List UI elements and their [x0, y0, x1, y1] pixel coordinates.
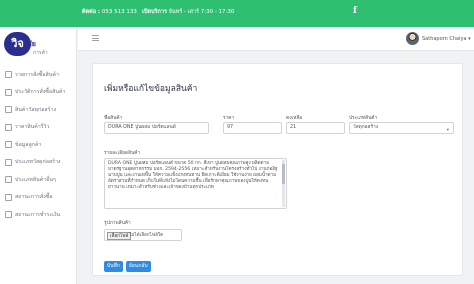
tools-icon [5, 106, 12, 114]
user-menu[interactable]: Sathaporn Chaiya ▾ [422, 36, 471, 42]
sidebar-item-order-history[interactable]: ประวัติการสั่งซื้อสินค้า [0, 84, 77, 102]
sidebar-item-payment-status[interactable]: สถานะการชำระเงิน [0, 206, 77, 224]
phone-number: 053 513 133 [101, 9, 137, 15]
sidebar-item-customers[interactable]: ข้อมูลลูกค้า [0, 136, 77, 154]
avatar[interactable] [406, 32, 419, 45]
image-label: รูปภาพสินค้า [104, 221, 131, 226]
sidebar-item-label: ประเภทสินค้าอื่นๆ [15, 176, 56, 183]
hamburger-menu-icon[interactable] [92, 35, 99, 41]
description-textarea[interactable]: DURA ONE ปูนผสม ปอร์ตแลนด์ ขนาด 50 กก. ส… [104, 158, 287, 209]
sidebar-item-other-types[interactable]: ประเภทสินค้าอื่นๆ [0, 171, 77, 189]
category-icon [5, 158, 12, 166]
category-selected-value: วัสดุก่อสร้าง [353, 125, 379, 130]
category-label: ประเภทสินค้า [349, 116, 378, 121]
tag-icon [5, 123, 12, 131]
category-select[interactable]: วัสดุก่อสร้าง ▾ [349, 122, 454, 134]
choose-file-button[interactable]: เลือกไฟล์ [107, 231, 132, 240]
logo-subtitle: การค้า [33, 50, 48, 56]
no-file-text: ไม่ได้เลือกไฟล์ใด [129, 233, 164, 238]
scrollbar-thumb[interactable] [282, 164, 285, 184]
quantity-label: คงเหลือ [286, 116, 303, 121]
textarea-scrollbar[interactable] [282, 160, 285, 207]
save-button[interactable]: บันทึก [104, 261, 123, 272]
description-text: DURA ONE ปูนผสม ปอร์ตแลนด์ ขนาด 50 กก. ส… [108, 161, 278, 190]
sidebar: วิจ ชัย การค้า รายการสั่งซื้อสินค้า ประว… [0, 27, 77, 284]
header: Sathaporn Chaiya ▾ [78, 27, 474, 51]
sidebar-item-label: ข้อมูลลูกค้า [15, 141, 42, 148]
hours-label: เปิดบริการ [142, 9, 167, 15]
description-label: รายละเอียดสินค้า [104, 151, 141, 156]
price-label: ราคา [223, 116, 235, 121]
facebook-icon[interactable]: f [353, 6, 357, 16]
cart-icon [5, 71, 12, 79]
quantity-input[interactable]: 21 [286, 122, 345, 134]
sidebar-item-label: รายการสั่งซื้อสินค้า [15, 71, 59, 78]
status-icon [5, 193, 12, 201]
sidebar-item-label: ประวัติการสั่งซื้อสินค้า [15, 89, 66, 96]
list-icon [5, 176, 12, 184]
sidebar-item-order-status[interactable]: สถานะการสั่งซื้อ [0, 189, 77, 207]
history-icon [5, 88, 12, 96]
sidebar-item-material-types[interactable]: ประเภทวัสดุก่อสร้าง [0, 154, 77, 172]
payment-icon [5, 211, 12, 219]
logo[interactable]: วิจ ชัย การค้า [4, 32, 68, 56]
product-name-input[interactable]: DURA ONE ปูนผสม ปอร์ตแลนด์ [104, 122, 209, 134]
sidebar-item-label: ราคาสินค้ารีวิว [15, 124, 50, 131]
phone-label: ติดต่อ : [82, 9, 101, 15]
page-title: เพิ่มหรือแก้ไขข้อมูลสินค้า [104, 84, 198, 94]
top-bar: ติดต่อ : 053 513 133 เปิดบริการ จันทร์ -… [0, 0, 474, 27]
opening-hours: จันทร์ - เสาร์ 7:30 - 17:30 [168, 9, 235, 15]
sidebar-item-label: สถานะการชำระเงิน [15, 211, 61, 218]
price-input[interactable]: 97 [223, 122, 282, 134]
name-label: ชื่อสินค้า [104, 116, 123, 121]
sidebar-item-label: ประเภทวัสดุก่อสร้าง [15, 159, 61, 166]
sidebar-item-construction-products[interactable]: สินค้าวัสดุก่อสร้าง [0, 101, 77, 119]
contact-info: ติดต่อ : 053 513 133 เปิดบริการ จันทร์ -… [82, 8, 234, 16]
sidebar-item-label: สินค้าวัสดุก่อสร้าง [15, 106, 57, 113]
sidebar-item-orders[interactable]: รายการสั่งซื้อสินค้า [0, 66, 77, 84]
image-file-input[interactable]: เลือกไฟล์ ไม่ได้เลือกไฟล์ใด [104, 229, 182, 241]
sidebar-item-price-review[interactable]: ราคาสินค้ารีวิว [0, 119, 77, 137]
product-form-card: เพิ่มหรือแก้ไขข้อมูลสินค้า ชื่อสินค้า DU… [92, 63, 463, 276]
chevron-down-icon: ▾ [446, 128, 449, 133]
back-button[interactable]: ย้อนกลับ [126, 261, 151, 272]
sidebar-menu: รายการสั่งซื้อสินค้า ประวัติการสั่งซื้อส… [0, 66, 77, 224]
user-icon [5, 141, 12, 149]
sidebar-item-label: สถานะการสั่งซื้อ [15, 194, 53, 201]
